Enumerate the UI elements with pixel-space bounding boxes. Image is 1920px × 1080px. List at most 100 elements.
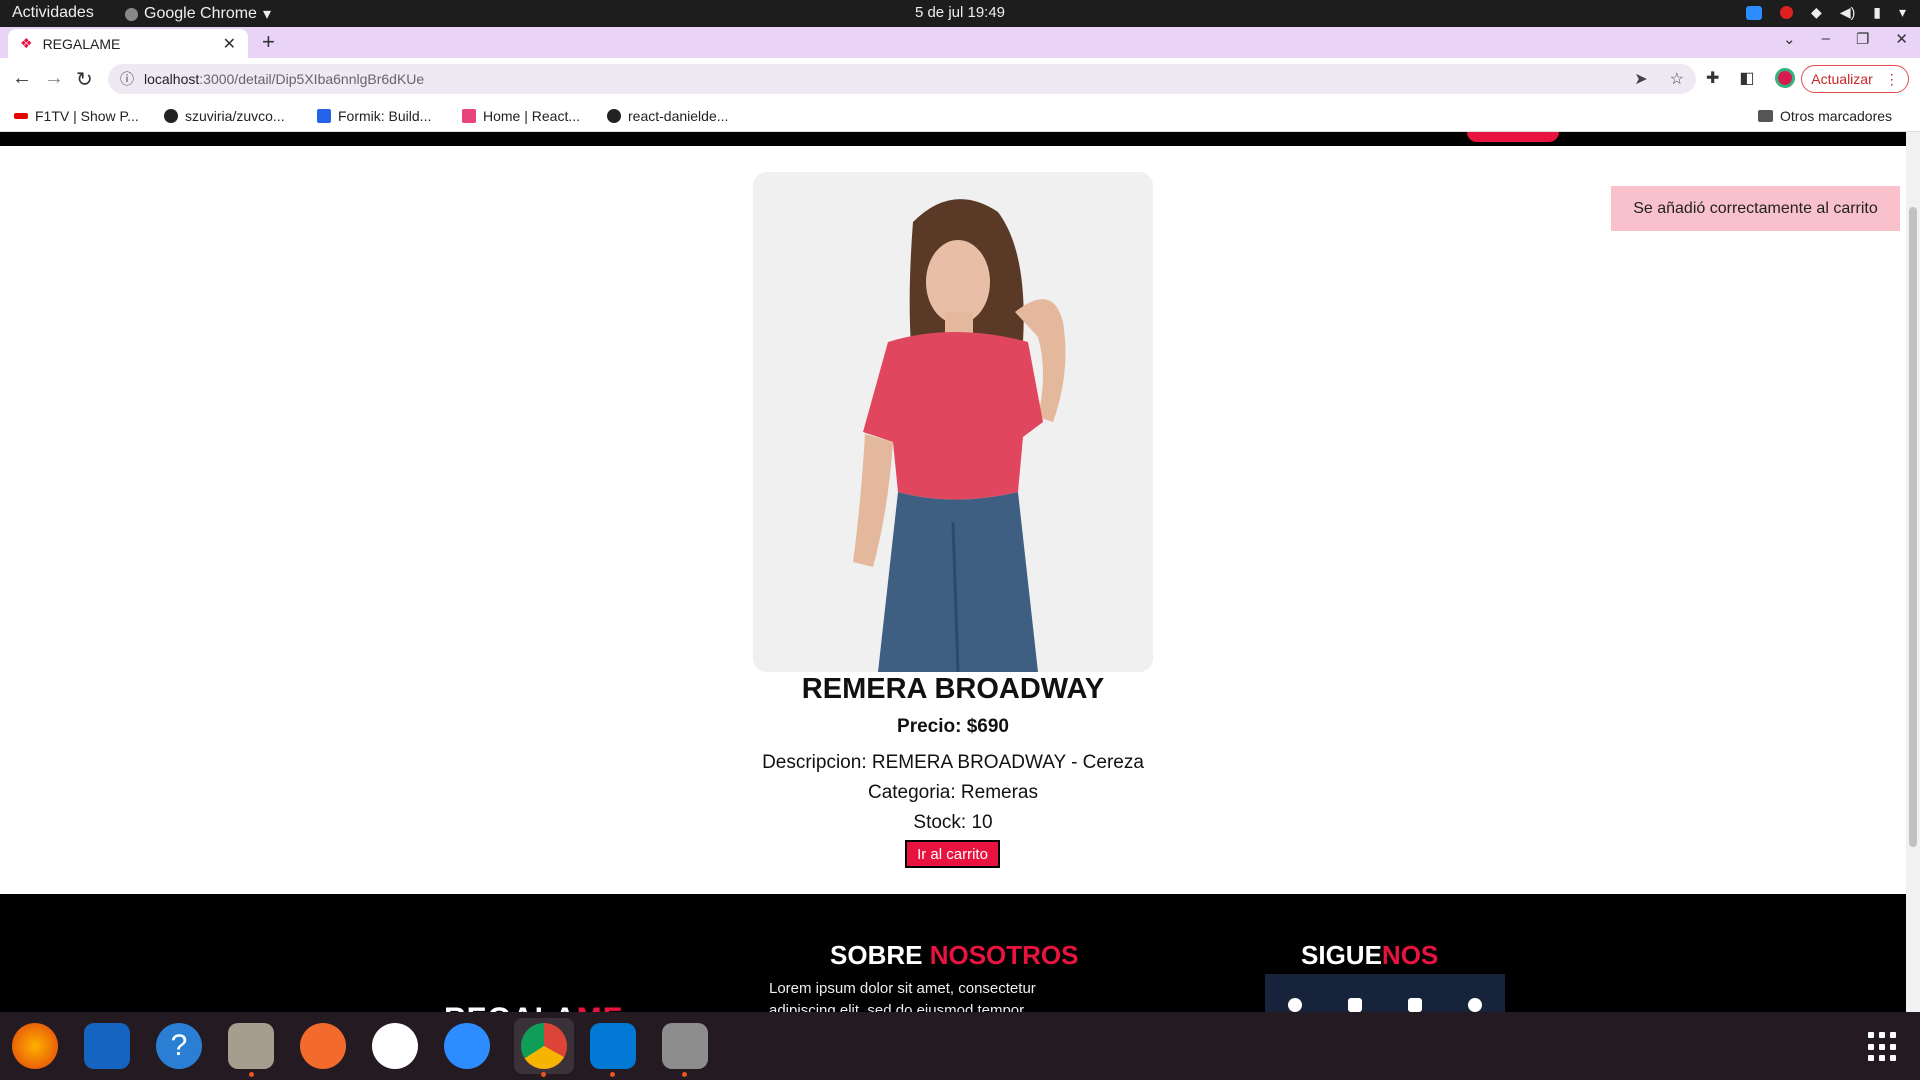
battery-icon: ▮ bbox=[1873, 4, 1881, 20]
new-tab-icon[interactable]: + bbox=[262, 29, 275, 55]
product-stock: Stock: 10 bbox=[913, 812, 993, 833]
zoom-tray-icon bbox=[1746, 5, 1763, 20]
github-social-icon[interactable] bbox=[1468, 998, 1482, 1012]
bookmark-star-icon[interactable]: ☆ bbox=[1670, 69, 1684, 89]
minimize-icon[interactable]: – bbox=[1822, 30, 1830, 48]
follow-heading-accent: NOS bbox=[1381, 940, 1439, 970]
other-bookmarks-label: Otros marcadores bbox=[1780, 108, 1893, 124]
site-navbar bbox=[0, 132, 1906, 146]
kebab-menu-icon[interactable]: ⋮ bbox=[1885, 71, 1899, 88]
product-image bbox=[753, 172, 1153, 672]
address-bar[interactable]: ⓘ localhost:3000/detail/Dip5XIba6nnlgBr6… bbox=[108, 64, 1696, 94]
react-icon bbox=[462, 109, 476, 123]
about-heading-part: SOBRE bbox=[830, 940, 930, 970]
url-path: :3000/detail/Dip5XIba6nnlgBr6dKUe bbox=[199, 71, 425, 87]
help-icon[interactable]: ? bbox=[156, 1023, 202, 1069]
product-description: Descripcion: REMERA BROADWAY - Cereza bbox=[762, 752, 1144, 773]
chrome-icon[interactable] bbox=[521, 1023, 567, 1069]
reload-icon[interactable]: ↻ bbox=[76, 67, 93, 92]
go-to-cart-button[interactable]: Ir al carrito bbox=[905, 840, 1000, 868]
browser-toolbar: ← → ↻ ⓘ localhost:3000/detail/Dip5XIba6n… bbox=[0, 58, 1920, 100]
product-category: Categoria: Remeras bbox=[867, 782, 1039, 803]
do-not-disturb-icon bbox=[1780, 6, 1794, 19]
tab-regalame[interactable]: ❖ REGALAME ✕ bbox=[8, 29, 248, 58]
formik-icon bbox=[317, 109, 331, 123]
model-photo bbox=[753, 172, 1153, 672]
system-top-bar: Actividades Google Chrome ▾ 5 de jul 19:… bbox=[0, 0, 1920, 27]
close-tab-icon[interactable]: ✕ bbox=[223, 34, 236, 54]
update-label: Actualizar bbox=[1811, 71, 1873, 87]
gift-favicon-icon: ❖ bbox=[20, 35, 33, 51]
update-button[interactable]: Actualizar ⋮ bbox=[1801, 65, 1909, 93]
writer-icon[interactable] bbox=[84, 1023, 130, 1069]
about-text: Lorem ipsum dolor sit amet, consectetur … bbox=[769, 980, 1036, 1012]
profile-avatar[interactable] bbox=[1774, 68, 1795, 88]
zoom-icon[interactable] bbox=[444, 1023, 490, 1069]
follow-heading-part: SIGUE bbox=[1301, 940, 1382, 970]
ubuntu-dock: ? bbox=[0, 1012, 1920, 1080]
slack-icon[interactable] bbox=[372, 1023, 418, 1069]
running-indicator bbox=[610, 1072, 615, 1077]
follow-heading: SIGUENOS bbox=[1301, 940, 1438, 971]
clock[interactable]: 5 de jul 19:49 bbox=[0, 4, 1920, 21]
installer-icon[interactable] bbox=[662, 1023, 708, 1069]
system-tray[interactable]: ◆ ◀) ▮ ▾ bbox=[1746, 4, 1906, 21]
back-icon[interactable]: ← bbox=[12, 67, 32, 90]
brand-part: REGALA bbox=[444, 1002, 577, 1012]
tab-strip: ❖ REGALAME ✕ + ⌄ – ❐ ✕ bbox=[0, 27, 1920, 58]
bookmark-label: react-danielde... bbox=[628, 108, 729, 124]
github-icon bbox=[164, 109, 178, 123]
facebook-icon[interactable] bbox=[1288, 998, 1302, 1012]
footer-brand: REGALAME bbox=[444, 1002, 624, 1012]
instagram-icon[interactable] bbox=[1348, 998, 1362, 1012]
postman-icon[interactable] bbox=[300, 1023, 346, 1069]
navbar-cart-button[interactable] bbox=[1467, 132, 1559, 142]
folder-icon bbox=[1758, 110, 1773, 122]
page-content: Se añadió correctamente al carrito REMER… bbox=[0, 132, 1906, 1012]
bookmark-label: F1TV | Show P... bbox=[35, 108, 139, 124]
window-controls: ⌄ – ❐ ✕ bbox=[1783, 30, 1908, 48]
bookmark-f1tv[interactable]: F1TV | Show P... bbox=[14, 108, 139, 124]
tab-search-icon[interactable]: ⌄ bbox=[1783, 30, 1796, 48]
bookmark-react[interactable]: Home | React... bbox=[462, 108, 580, 124]
product-title: REMERA BROADWAY bbox=[801, 673, 1105, 705]
toast-notification: Se añadió correctamente al carrito bbox=[1611, 186, 1900, 231]
scroll-thumb[interactable] bbox=[1909, 207, 1917, 847]
toolbar-icons: ✚ ◧ bbox=[1706, 68, 1795, 88]
bookmark-react-danielde[interactable]: react-danielde... bbox=[607, 108, 728, 124]
running-indicator bbox=[541, 1072, 546, 1077]
github-icon bbox=[607, 109, 621, 123]
show-apps-icon[interactable] bbox=[1868, 1032, 1898, 1062]
close-window-icon[interactable]: ✕ bbox=[1895, 30, 1908, 48]
about-heading: SOBRE NOSOTROS bbox=[830, 940, 1078, 971]
social-links bbox=[1265, 974, 1505, 1012]
power-menu-icon: ▾ bbox=[1898, 4, 1906, 20]
side-panel-icon[interactable]: ◧ bbox=[1739, 68, 1754, 88]
bookmark-label: Formik: Build... bbox=[338, 108, 432, 124]
brand-accent: ME bbox=[577, 1002, 624, 1012]
forward-icon[interactable]: → bbox=[44, 67, 64, 90]
bookmark-formik[interactable]: Formik: Build... bbox=[317, 108, 431, 124]
files-icon[interactable] bbox=[228, 1023, 274, 1069]
running-indicator bbox=[249, 1072, 254, 1077]
f1-icon bbox=[14, 113, 28, 119]
maximize-icon[interactable]: ❐ bbox=[1856, 30, 1869, 48]
linkedin-icon[interactable] bbox=[1408, 998, 1422, 1012]
running-indicator bbox=[682, 1072, 687, 1077]
toast-message: Se añadió correctamente al carrito bbox=[1633, 199, 1878, 217]
wifi-icon: ◆ bbox=[1811, 4, 1822, 20]
site-info-icon[interactable]: ⓘ bbox=[120, 69, 134, 89]
url-host: localhost bbox=[144, 71, 200, 87]
volume-icon: ◀) bbox=[1839, 4, 1856, 20]
page-scrollbar[interactable] bbox=[1906, 132, 1920, 1012]
site-footer: REGALAME SOBRE NOSOTROS Lorem ipsum dolo… bbox=[0, 894, 1906, 1012]
other-bookmarks[interactable]: Otros marcadores bbox=[1758, 108, 1892, 124]
firefox-icon[interactable] bbox=[12, 1023, 58, 1069]
bookmark-label: Home | React... bbox=[483, 108, 581, 124]
bookmark-szuviria[interactable]: szuviria/zuvco... bbox=[164, 108, 285, 124]
vscode-icon[interactable] bbox=[590, 1023, 636, 1069]
tab-title: REGALAME bbox=[42, 35, 121, 52]
send-icon[interactable]: ➤ bbox=[1634, 69, 1647, 89]
extensions-icon[interactable]: ✚ bbox=[1706, 68, 1719, 88]
bookmarks-bar: F1TV | Show P... szuviria/zuvco... Formi… bbox=[0, 100, 1920, 132]
